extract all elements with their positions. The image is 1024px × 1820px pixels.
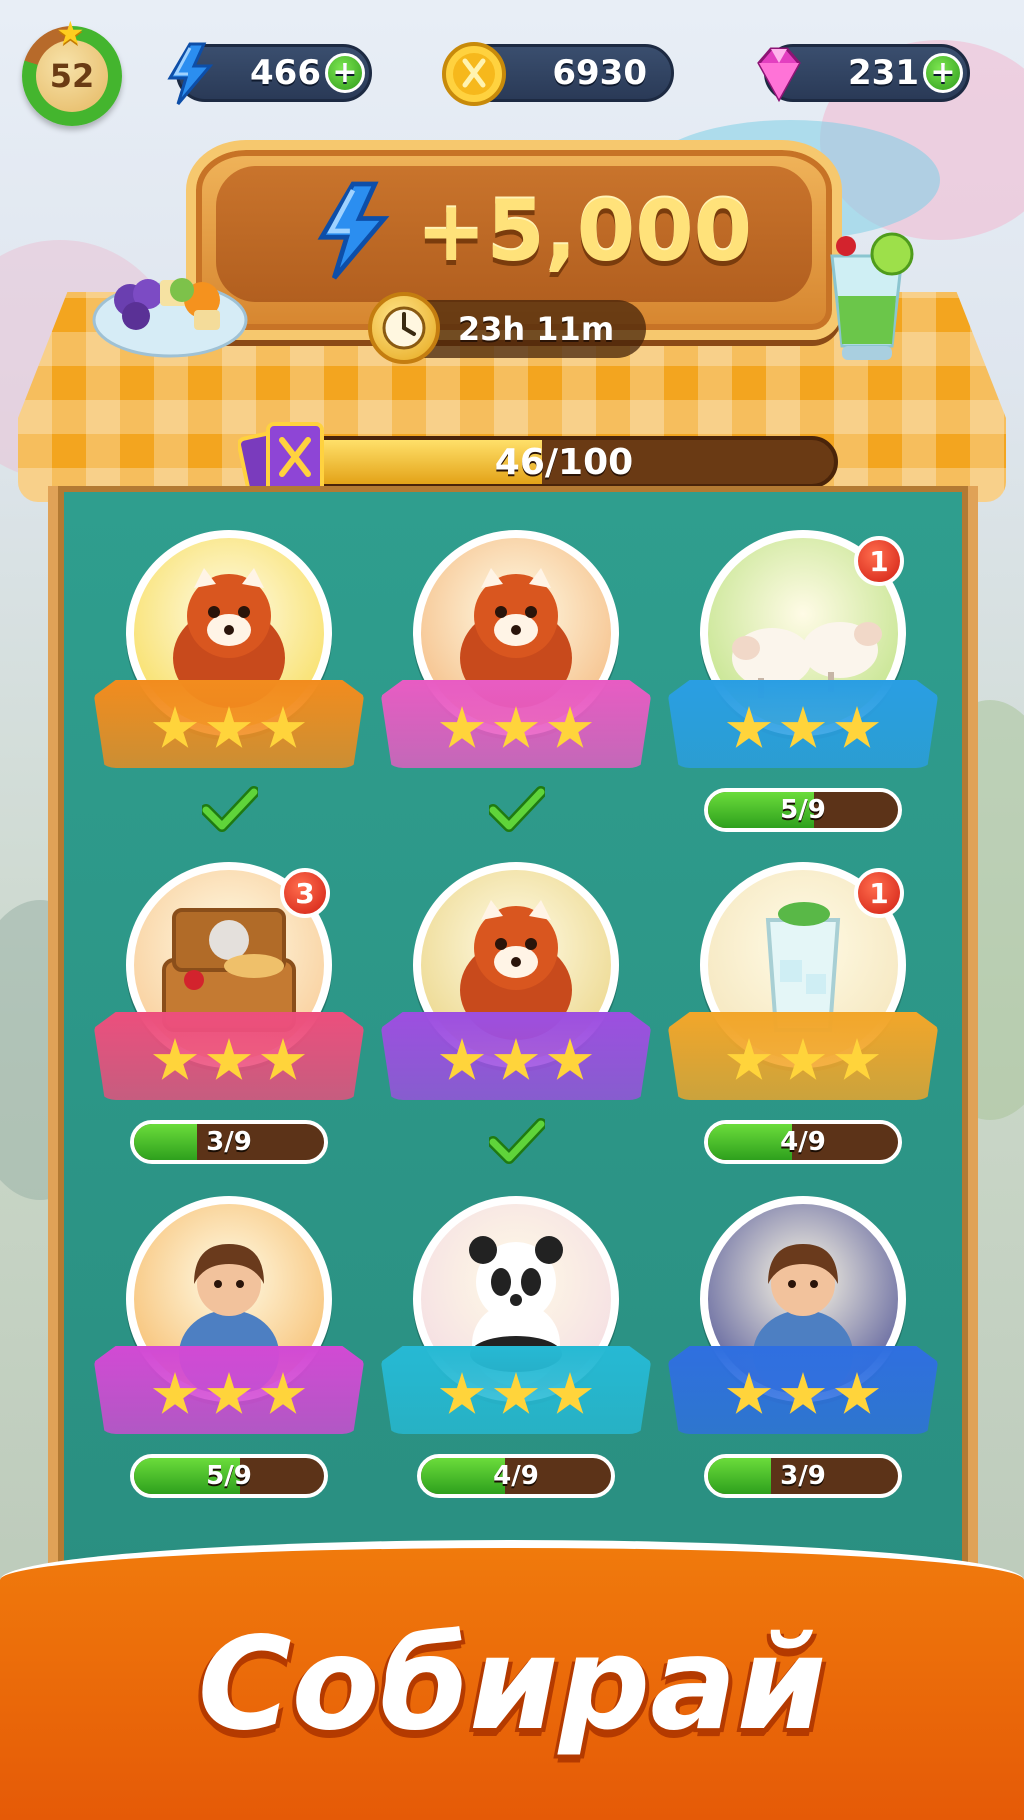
star-icon — [493, 1038, 539, 1080]
star-icon — [439, 1372, 485, 1414]
star-icon — [780, 1038, 826, 1080]
top-hud: ★ 52 466 + 6930 231 + — [0, 0, 1024, 140]
item-progress-text: 4/9 — [780, 1127, 826, 1157]
gems-value: 231 — [848, 53, 919, 93]
energy-counter: 466 + — [167, 42, 372, 105]
star-icon — [260, 706, 306, 748]
collection-item-mint-lemonade[interactable]: 1 4/9 — [668, 862, 938, 1182]
item-ribbon — [381, 1012, 651, 1100]
item-progress-text: 4/9 — [493, 1461, 539, 1491]
reward-value: +5,000 — [416, 182, 753, 280]
star-icon — [152, 1038, 198, 1080]
item-ribbon — [381, 1346, 651, 1434]
clock-icon — [368, 292, 440, 364]
star-icon — [834, 706, 880, 748]
reward-sign: +5,000 23h 11m — [186, 140, 842, 364]
star-icon — [439, 1038, 485, 1080]
checkmark-icon — [487, 784, 547, 834]
coins-value: 6930 — [552, 53, 647, 93]
add-energy-button[interactable]: + — [325, 53, 365, 93]
item-ribbon — [668, 1012, 938, 1100]
star-icon — [834, 1038, 880, 1080]
coin-icon — [441, 41, 507, 107]
star-icon — [547, 1372, 593, 1414]
item-ribbon — [668, 1346, 938, 1434]
drink-decoration — [812, 226, 922, 376]
reward-row: +5,000 — [306, 176, 766, 286]
item-ribbon — [94, 1346, 364, 1434]
star-icon — [780, 1372, 826, 1414]
collection-progress-bar: 46/100 — [290, 436, 838, 488]
item-progress-text: 3/9 — [780, 1461, 826, 1491]
gem-icon — [745, 41, 811, 107]
item-progress-bar: 3/9 — [130, 1120, 328, 1164]
star-icon — [206, 1372, 252, 1414]
star-icon — [152, 1372, 198, 1414]
collection-item-guitar-girl[interactable]: 5/9 — [94, 1196, 364, 1516]
star-icon — [493, 706, 539, 748]
item-ribbon — [94, 1012, 364, 1100]
notification-badge: 1 — [854, 868, 904, 918]
star-icon — [260, 1038, 306, 1080]
star-icon: ★ — [56, 14, 85, 52]
checkmark-icon — [487, 1116, 547, 1166]
item-progress-text: 5/9 — [206, 1461, 252, 1491]
star-icon — [547, 706, 593, 748]
collection-item-picnic-basket[interactable]: 3 3/9 — [94, 862, 364, 1182]
collection-item-red-panda-leprechaun[interactable] — [381, 862, 651, 1182]
collection-board: 1 5/9 3 3/9 1 4/9 5/9 4/9 3/9 — [48, 486, 978, 1586]
coins-counter: 6930 — [442, 42, 674, 106]
star-icon — [726, 706, 772, 748]
star-icon — [780, 706, 826, 748]
notification-badge: 1 — [854, 536, 904, 586]
star-icon — [206, 1038, 252, 1080]
banner-text: Собирай — [197, 1610, 827, 1759]
item-progress-bar: 3/9 — [704, 1454, 902, 1498]
collection-item-sheep-meadow[interactable]: 1 5/9 — [668, 530, 938, 850]
star-icon — [726, 1372, 772, 1414]
star-icon — [206, 706, 252, 748]
item-progress-text: 3/9 — [206, 1127, 252, 1157]
add-gems-button[interactable]: + — [923, 53, 963, 93]
collection-item-night-market-girl[interactable]: 3/9 — [668, 1196, 938, 1516]
timer-value: 23h 11m — [457, 310, 615, 348]
item-progress-bar: 4/9 — [417, 1454, 615, 1498]
fruit-bowl-decoration — [90, 250, 250, 360]
collection-grid: 1 5/9 3 3/9 1 4/9 5/9 4/9 3/9 — [58, 486, 968, 1576]
star-icon — [260, 1372, 306, 1414]
energy-value: 466 — [250, 53, 321, 93]
event-timer: 23h 11m — [368, 292, 646, 364]
star-icon — [493, 1372, 539, 1414]
item-progress-text: 5/9 — [780, 795, 826, 825]
checkmark-icon — [200, 784, 260, 834]
collection-item-red-panda-flowers[interactable] — [94, 530, 364, 850]
collection-item-red-panda-apron[interactable] — [381, 530, 651, 850]
item-ribbon — [668, 680, 938, 768]
gems-counter: 231 + — [757, 44, 970, 103]
item-progress-bar: 5/9 — [704, 788, 902, 832]
star-icon — [439, 706, 485, 748]
collection-progress-text: 46/100 — [494, 441, 634, 483]
lightning-icon — [317, 181, 390, 280]
notification-badge: 3 — [280, 868, 330, 918]
level-badge[interactable]: ★ 52 — [22, 14, 122, 126]
collection-item-panda[interactable]: 4/9 — [381, 1196, 651, 1516]
star-icon — [152, 706, 198, 748]
star-icon — [834, 1372, 880, 1414]
item-ribbon — [381, 680, 651, 768]
item-ribbon — [94, 680, 364, 768]
lightning-icon — [157, 41, 223, 107]
bottom-banner: Собирай — [0, 1540, 1024, 1820]
item-progress-bar: 4/9 — [704, 1120, 902, 1164]
item-progress-bar: 5/9 — [130, 1454, 328, 1498]
star-icon — [726, 1038, 772, 1080]
star-icon — [547, 1038, 593, 1080]
